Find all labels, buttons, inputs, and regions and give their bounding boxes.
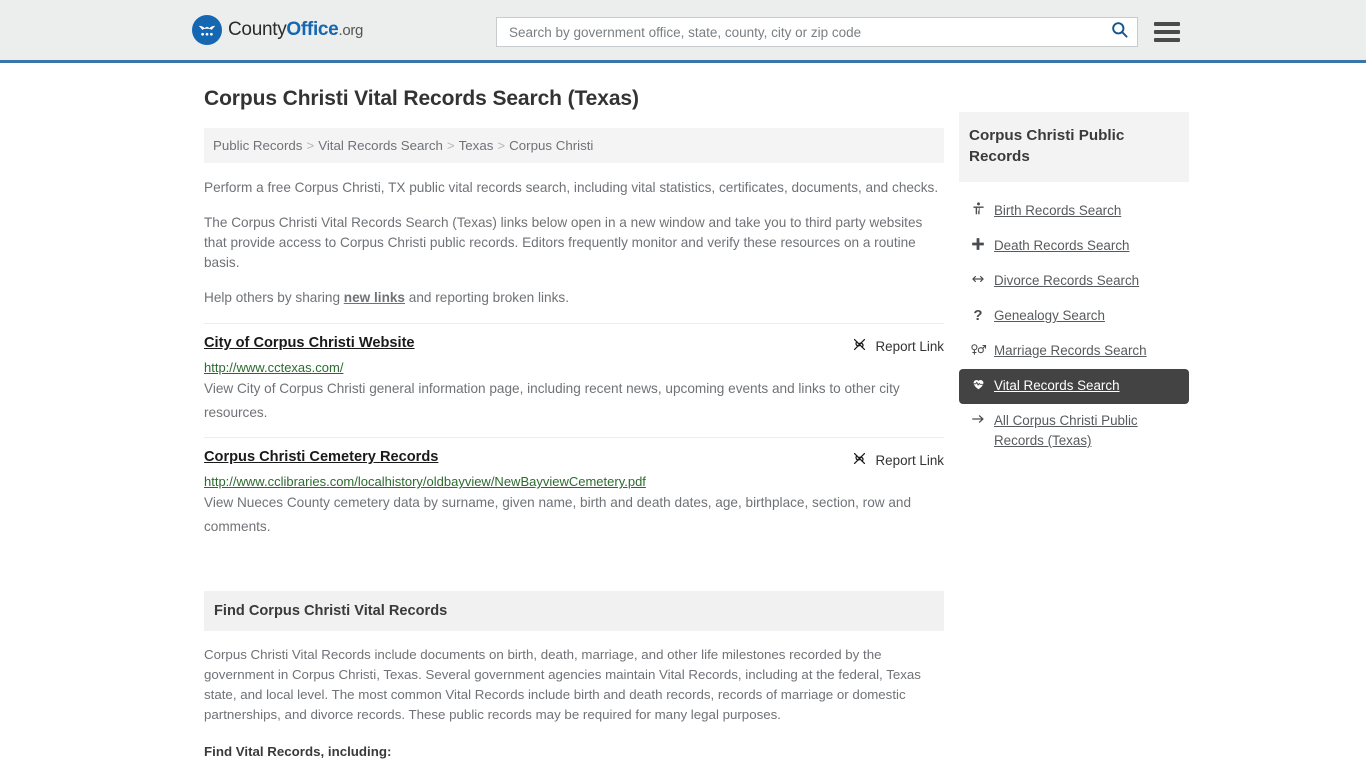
sidebar-item-genealogy-search[interactable]: ? Genealogy Search — [959, 299, 1189, 334]
result-url[interactable]: http://www.cctexas.com/ — [204, 360, 944, 375]
sidebar-item-all-public-records[interactable]: All Corpus Christi Public Records (Texas… — [959, 404, 1189, 459]
result-header: City of Corpus Christi Website Report Li… — [204, 335, 944, 356]
search-icon[interactable] — [1110, 20, 1129, 44]
hamburger-bar — [1154, 30, 1180, 34]
venus-mars-icon — [968, 341, 988, 361]
broken-link-icon — [851, 450, 868, 470]
breadcrumb-item-corpus-christi[interactable]: Corpus Christi — [509, 138, 593, 153]
sidebar-item-marriage-records-search[interactable]: Marriage Records Search — [959, 334, 1189, 369]
site-logo-text: CountyOffice.org — [228, 19, 363, 41]
intro-p3-before: Help others by sharing — [204, 290, 344, 305]
arrow-right-icon — [968, 411, 988, 431]
eagle-shield-logo-icon — [192, 15, 222, 45]
intro-paragraph-3: Help others by sharing new links and rep… — [204, 288, 944, 308]
logo-text-county: County — [228, 19, 287, 40]
sidebar: Corpus Christi Public Records Birth Reco… — [959, 63, 1189, 762]
breadcrumb-separator: > — [306, 138, 315, 153]
sidebar-item-label: Divorce Records Search — [994, 273, 1140, 288]
breadcrumb-item-texas[interactable]: Texas — [459, 138, 494, 153]
sidebar-list: Birth Records Search Death Records Searc… — [959, 194, 1189, 459]
sidebar-heading: Corpus Christi Public Records — [959, 112, 1189, 182]
sidebar-item-label: Genealogy Search — [994, 308, 1105, 323]
intro-paragraph-2: The Corpus Christi Vital Records Search … — [204, 215, 923, 270]
main-column: Corpus Christi Vital Records Search (Tex… — [204, 63, 944, 762]
sidebar-item-divorce-records-search[interactable]: Divorce Records Search — [959, 264, 1189, 299]
result-header: Corpus Christi Cemetery Records Report L… — [204, 449, 944, 470]
search-box[interactable] — [496, 17, 1138, 47]
page-title: Corpus Christi Vital Records Search (Tex… — [204, 87, 639, 110]
cross-icon — [968, 236, 988, 256]
search-input[interactable] — [507, 18, 1106, 46]
sidebar-item-vital-records-search[interactable]: Vital Records Search — [959, 369, 1189, 404]
sidebar-item-label: Vital Records Search — [994, 378, 1120, 393]
sidebar-item-death-records-search[interactable]: Death Records Search — [959, 229, 1189, 264]
result-description: View Nueces County cemetery data by surn… — [204, 495, 912, 534]
report-link-label: Report Link — [875, 452, 944, 468]
sidebar-item-label: Birth Records Search — [994, 203, 1122, 218]
broken-link-icon — [851, 336, 868, 356]
logo-text-org: .org — [338, 22, 364, 39]
page-container: Corpus Christi Vital Records Search (Tex… — [0, 63, 1366, 762]
hamburger-menu-icon[interactable] — [1154, 22, 1180, 42]
site-header: CountyOffice.org — [0, 0, 1366, 63]
breadcrumb-item-public-records[interactable]: Public Records — [213, 138, 302, 153]
report-link-label: Report Link — [875, 338, 944, 354]
breadcrumb-separator: > — [497, 138, 506, 153]
sidebar-item-label: Marriage Records Search — [994, 343, 1147, 358]
intro-p3-after: and reporting broken links. — [405, 290, 569, 305]
hamburger-bar — [1154, 22, 1180, 26]
new-links-link[interactable]: new links — [344, 290, 405, 305]
result-title-link[interactable]: City of Corpus Christi Website — [204, 335, 415, 351]
result-item: City of Corpus Christi Website Report Li… — [204, 323, 944, 437]
baby-icon — [968, 201, 988, 221]
heart-pulse-icon — [968, 376, 988, 396]
breadcrumb-separator: > — [446, 138, 455, 153]
header-search-area — [496, 17, 1180, 47]
result-url[interactable]: http://www.cclibraries.com/localhistory/… — [204, 474, 944, 489]
hamburger-bar — [1154, 38, 1180, 42]
logo-text-office: Office — [286, 19, 339, 40]
report-link-button[interactable]: Report Link — [851, 335, 944, 356]
find-records-heading: Find Corpus Christi Vital Records — [204, 591, 944, 631]
sidebar-item-birth-records-search[interactable]: Birth Records Search — [959, 194, 1189, 229]
breadcrumb: Public Records > Vital Records Search > Texa… — [204, 128, 944, 163]
result-description: View City of Corpus Christi general info… — [204, 381, 900, 420]
result-title-link[interactable]: Corpus Christi Cemetery Records — [204, 449, 438, 465]
question-mark-icon: ? — [973, 307, 983, 324]
sidebar-item-label: Death Records Search — [994, 238, 1130, 253]
sidebar-item-label: All Corpus Christi Public Records (Texas… — [994, 413, 1138, 448]
site-logo[interactable]: CountyOffice.org — [192, 15, 363, 45]
find-records-paragraph: Corpus Christi Vital Records include doc… — [204, 647, 921, 722]
report-link-button[interactable]: Report Link — [851, 449, 944, 470]
intro-paragraph-1: Perform a free Corpus Christi, TX public… — [204, 180, 939, 195]
intro-text: Perform a free Corpus Christi, TX public… — [204, 178, 944, 308]
result-item: Corpus Christi Cemetery Records Report L… — [204, 437, 944, 551]
breadcrumb-item-vital-records-search[interactable]: Vital Records Search — [318, 138, 443, 153]
find-records-body: Corpus Christi Vital Records include doc… — [204, 645, 944, 762]
left-right-arrow-icon — [968, 271, 988, 291]
find-records-lead: Find Vital Records, including: — [204, 744, 392, 759]
content-wrapper: Corpus Christi Vital Records Search (Tex… — [0, 63, 1366, 762]
